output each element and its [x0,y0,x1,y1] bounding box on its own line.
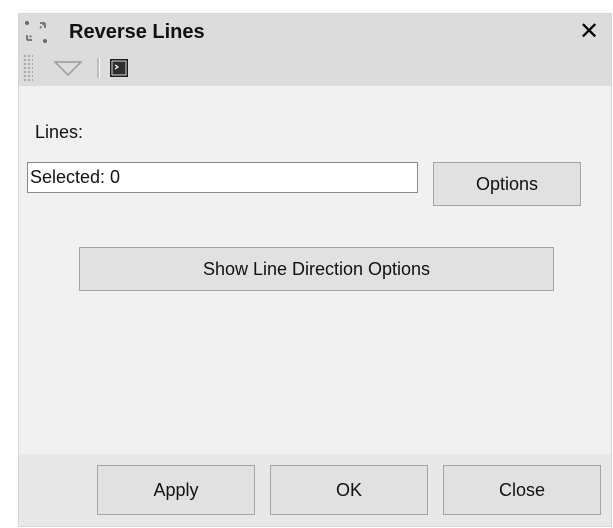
reverse-lines-dialog: Reverse Lines ✕ Lines: Options Show Line… [18,13,612,527]
toolbar [19,50,611,86]
triangle-down-icon[interactable] [53,60,83,78]
reverse-arrows-icon [25,21,47,43]
console-window-icon[interactable] [109,58,129,78]
toolbar-separator [97,58,100,78]
dialog-title: Reverse Lines [69,21,205,43]
apply-button[interactable]: Apply [97,465,255,515]
selected-lines-field[interactable] [27,162,418,193]
title-bar[interactable]: Reverse Lines ✕ [19,14,611,50]
show-line-direction-options-button[interactable]: Show Line Direction Options [79,247,554,291]
toolbar-grip[interactable] [23,54,33,82]
close-icon[interactable]: ✕ [577,18,601,44]
lines-label: Lines: [35,122,84,142]
ok-button[interactable]: OK [270,465,428,515]
options-button[interactable]: Options [433,162,581,206]
close-button[interactable]: Close [443,465,601,515]
